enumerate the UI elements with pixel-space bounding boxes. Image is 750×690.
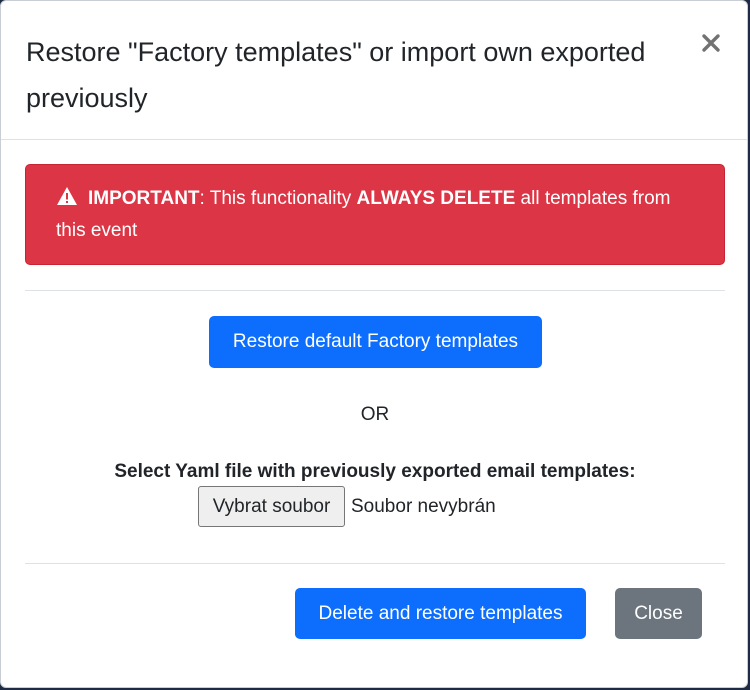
alert-important-label: IMPORTANT: [88, 188, 200, 209]
or-separator: OR: [360, 404, 390, 425]
delete-and-restore-button[interactable]: Delete and restore templates: [295, 588, 586, 639]
modal-title: Restore "Factory templates" or import ow…: [26, 37, 646, 113]
warning-icon: [57, 187, 77, 205]
important-alert: IMPORTANT: This functionality ALWAYS DEL…: [25, 164, 725, 265]
divider: [25, 290, 725, 291]
restore-templates-modal: Restore "Factory templates" or import ow…: [0, 0, 748, 688]
restore-default-templates-button[interactable]: Restore default Factory templates: [209, 316, 542, 368]
modal-header: Restore "Factory templates" or import ow…: [1, 1, 747, 140]
choose-file-button[interactable]: Vybrat soubor: [198, 486, 345, 527]
close-button[interactable]: Close: [615, 588, 702, 639]
alert-text-before: : This functionality: [199, 188, 357, 209]
alert-always-delete-label: ALWAYS DELETE: [356, 188, 516, 209]
close-icon[interactable]: [697, 29, 725, 57]
footer-divider: [25, 563, 725, 564]
yaml-file-label: Select Yaml file with previously exporte…: [114, 461, 636, 482]
file-status: Soubor nevybrán: [351, 496, 496, 517]
